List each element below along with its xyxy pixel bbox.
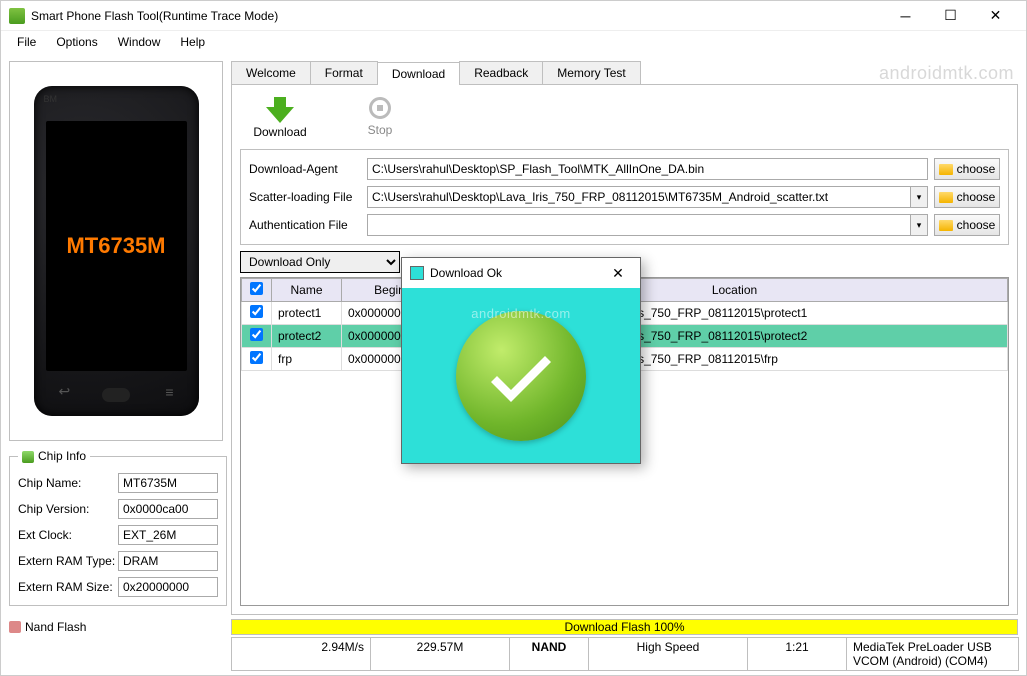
menu-options[interactable]: Options bbox=[48, 33, 105, 51]
ram-size-field[interactable] bbox=[118, 577, 218, 597]
tab-strip: Welcome Format Download Readback Memory … bbox=[231, 61, 1018, 84]
auth-field[interactable] bbox=[367, 214, 910, 236]
row-check[interactable] bbox=[250, 328, 263, 341]
scatter-choose-button[interactable]: choose bbox=[934, 186, 1000, 208]
dialog-icon bbox=[410, 266, 424, 280]
tab-format[interactable]: Format bbox=[310, 61, 378, 84]
menu-file[interactable]: File bbox=[9, 33, 44, 51]
phone-bm-label: BM bbox=[44, 94, 58, 104]
chip-version-field[interactable] bbox=[118, 499, 218, 519]
chip-name-label: Chip Name: bbox=[18, 476, 118, 490]
status-mode: High Speed bbox=[588, 637, 748, 671]
status-size: 229.57M bbox=[370, 637, 510, 671]
phone-chip-text: MT6735M bbox=[66, 233, 165, 259]
minimize-button[interactable]: ─ bbox=[883, 1, 928, 31]
da-label: Download-Agent bbox=[249, 162, 361, 176]
download-button-label: Download bbox=[253, 125, 306, 139]
download-button[interactable]: Download bbox=[250, 97, 310, 139]
col-name[interactable]: Name bbox=[272, 279, 342, 302]
ext-clock-field[interactable] bbox=[118, 525, 218, 545]
tab-readback[interactable]: Readback bbox=[459, 61, 543, 84]
phone-preview-panel: BM MT6735M ↩ ≡ bbox=[9, 61, 223, 441]
download-ok-dialog: Download Ok ✕ androidmtk.com bbox=[401, 257, 641, 464]
folder-icon bbox=[939, 220, 953, 231]
scatter-label: Scatter-loading File bbox=[249, 190, 361, 204]
success-check-icon bbox=[456, 311, 586, 441]
tab-download[interactable]: Download bbox=[377, 62, 460, 85]
chip-info-group: Chip Info Chip Name: Chip Version: Ext C… bbox=[9, 449, 227, 606]
status-type: NAND bbox=[509, 637, 589, 671]
status-device: MediaTek PreLoader USB VCOM (Android) (C… bbox=[846, 637, 1019, 671]
stop-icon bbox=[369, 97, 391, 119]
row-check[interactable] bbox=[250, 305, 263, 318]
file-paths-group: Download-Agent choose Scatter-loading Fi… bbox=[240, 149, 1009, 245]
mode-select[interactable]: Download Only bbox=[240, 251, 400, 273]
header-check[interactable] bbox=[250, 282, 263, 295]
menu-window[interactable]: Window bbox=[110, 33, 169, 51]
auth-label: Authentication File bbox=[249, 218, 361, 232]
auth-dropdown[interactable]: ▾ bbox=[910, 214, 928, 236]
dialog-close-button[interactable]: ✕ bbox=[604, 261, 632, 285]
auth-choose-button[interactable]: choose bbox=[934, 214, 1000, 236]
da-choose-button[interactable]: choose bbox=[934, 158, 1000, 180]
progress-bar: Download Flash 100% bbox=[231, 619, 1018, 635]
phone-menu-icon: ≡ bbox=[165, 384, 173, 400]
phone-back-icon: ↩ bbox=[59, 383, 71, 400]
phone-home-icon bbox=[102, 388, 130, 402]
close-button[interactable]: ✕ bbox=[973, 1, 1018, 31]
chip-version-label: Chip Version: bbox=[18, 502, 118, 516]
chip-name-field[interactable] bbox=[118, 473, 218, 493]
app-icon bbox=[9, 8, 25, 24]
dialog-watermark: androidmtk.com bbox=[471, 306, 570, 321]
nand-flash-label: Nand Flash bbox=[25, 620, 86, 634]
ram-type-label: Extern RAM Type: bbox=[18, 554, 118, 568]
window-title: Smart Phone Flash Tool(Runtime Trace Mod… bbox=[31, 9, 883, 23]
maximize-button[interactable]: ☐ bbox=[928, 1, 973, 31]
folder-icon bbox=[939, 164, 953, 175]
stop-button-label: Stop bbox=[368, 123, 393, 137]
dialog-title: Download Ok bbox=[430, 266, 604, 280]
ext-clock-label: Ext Clock: bbox=[18, 528, 118, 542]
window-titlebar: Smart Phone Flash Tool(Runtime Trace Mod… bbox=[1, 1, 1026, 31]
stop-button[interactable]: Stop bbox=[350, 97, 410, 139]
nand-icon bbox=[9, 621, 21, 633]
tab-memory-test[interactable]: Memory Test bbox=[542, 61, 640, 84]
scatter-dropdown[interactable]: ▾ bbox=[910, 186, 928, 208]
tab-welcome[interactable]: Welcome bbox=[231, 61, 311, 84]
ram-type-field[interactable] bbox=[118, 551, 218, 571]
status-time: 1:21 bbox=[747, 637, 847, 671]
status-speed: 2.94M/s bbox=[231, 637, 371, 671]
ram-size-label: Extern RAM Size: bbox=[18, 580, 118, 594]
chip-info-legend: Chip Info bbox=[38, 449, 86, 463]
menubar: File Options Window Help bbox=[1, 31, 1026, 53]
folder-icon bbox=[939, 192, 953, 203]
chip-icon bbox=[22, 451, 34, 463]
download-arrow-icon bbox=[266, 97, 294, 125]
scatter-field[interactable] bbox=[367, 186, 910, 208]
nand-flash-row: Nand Flash bbox=[9, 620, 223, 634]
da-field[interactable] bbox=[367, 158, 928, 180]
status-bar: 2.94M/s 229.57M NAND High Speed 1:21 Med… bbox=[231, 637, 1018, 671]
menu-help[interactable]: Help bbox=[172, 33, 213, 51]
row-check[interactable] bbox=[250, 351, 263, 364]
